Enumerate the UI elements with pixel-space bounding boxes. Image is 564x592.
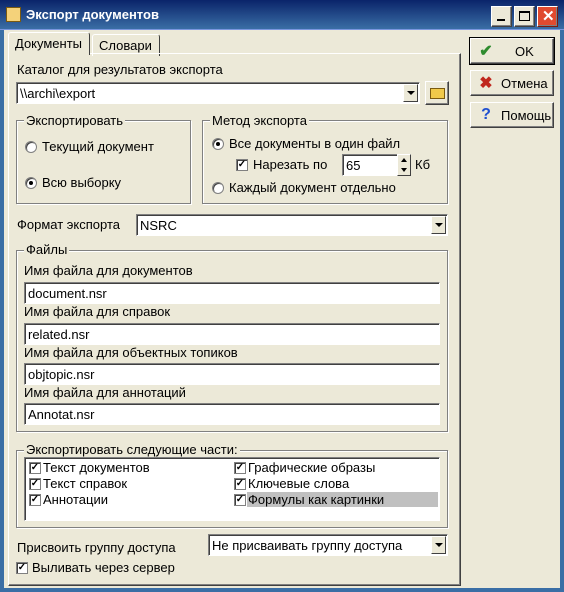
close-icon: ✕ [542,8,555,25]
ann-file-value: Annotat.nsr [28,407,95,422]
split-size-value: 65 [346,158,361,173]
part-item-ref-text[interactable]: ✓ Текст справок [29,476,219,492]
obj-file-value: objtopic.nsr [28,367,95,382]
split-size-input[interactable]: 65 [342,154,398,176]
format-select[interactable]: NSRC [136,214,448,236]
radio-separate-label: Каждый документ отдельно [229,180,396,195]
tab-documents[interactable]: Документы [8,32,90,55]
checkbox-checked[interactable]: ✓ [29,462,41,474]
radio-separate[interactable]: Каждый документ отдельно [212,180,442,196]
doc-file-value: document.nsr [28,286,107,301]
radio-whole-selection-label: Всю выборку [42,175,122,190]
cancel-x-icon: ✖ [479,75,493,92]
browse-folder-button[interactable] [425,81,449,105]
maximize-button[interactable] [514,6,535,27]
tab-dictionaries-label: Словари [99,38,152,53]
help-label: Помощь [501,107,552,123]
ok-button[interactable]: ✔ OK [469,37,555,65]
radio-button-selected[interactable] [212,138,224,150]
cancel-label: Отмена [501,75,548,91]
minimize-button[interactable] [491,6,512,27]
checkbox-checked[interactable]: ✓ [234,462,246,474]
export-scope-group [16,120,191,204]
chevron-down-icon[interactable] [403,84,418,102]
ann-file-label: Имя файла для аннотаций [24,385,186,400]
access-group-select[interactable]: Не присваивать группу доступа [208,534,448,556]
ok-label: OK [515,43,534,59]
window-frame-left [0,30,4,592]
split-size-spinner[interactable] [397,154,411,176]
checkbox-checked[interactable]: ✓ [236,159,248,171]
radio-all-in-one-label: Все документы в один файл [229,136,401,151]
part-item-label: Графические образы [248,460,376,475]
radio-button[interactable] [25,141,37,153]
tab-documents-label: Документы [15,36,83,51]
spin-up-icon[interactable] [401,158,407,162]
doc-file-input[interactable]: document.nsr [24,282,440,304]
catalog-combobox[interactable]: \\archi\export [16,82,420,104]
doc-file-label: Имя файла для документов [24,263,193,278]
radio-current-document-label: Текущий документ [42,139,154,154]
files-legend: Файлы [24,242,70,257]
format-label: Формат экспорта [17,217,121,232]
checkbox-checked[interactable]: ✓ [234,494,246,506]
check-icon: ✔ [479,43,493,60]
parts-legend: Экспортировать следующие части: [24,442,240,457]
radio-button-selected[interactable] [25,177,37,189]
format-value: NSRC [140,218,177,233]
split-label: Нарезать по [253,157,328,172]
ann-file-input[interactable]: Annotat.nsr [24,403,440,425]
folder-icon [430,88,445,99]
ref-file-value: related.nsr [28,327,90,342]
chevron-down-icon[interactable] [431,536,446,554]
part-item-formulas[interactable]: ✓ Формулы как картинки [234,492,438,508]
obj-file-label: Имя файла для объектных топиков [24,345,238,360]
radio-whole-selection[interactable]: Всю выборку [25,175,185,191]
part-item-images[interactable]: ✓ Графические образы [234,460,434,476]
spin-down-icon[interactable] [401,168,407,172]
checkbox-checked[interactable]: ✓ [16,562,28,574]
split-checkbox[interactable]: ✓ Нарезать по [236,157,340,173]
help-button[interactable]: ? Помощь [470,102,554,128]
app-icon [6,7,21,22]
window-title: Экспорт документов [26,7,159,22]
help-question-icon: ? [481,106,491,123]
ref-file-input[interactable]: related.nsr [24,323,440,345]
obj-file-input[interactable]: objtopic.nsr [24,363,440,385]
checkbox-checked[interactable]: ✓ [234,478,246,490]
part-item-label: Текст справок [43,476,128,491]
split-unit: Кб [415,157,431,172]
part-item-annotations[interactable]: ✓ Аннотации [29,492,219,508]
export-scope-legend: Экспортировать [24,113,125,128]
maximize-icon [519,11,530,21]
radio-button[interactable] [212,182,224,194]
via-server-label: Выливать через сервер [32,560,175,575]
part-item-doc-text[interactable]: ✓ Текст документов [29,460,219,476]
catalog-value: \\archi\export [20,86,96,101]
part-item-label: Аннотации [43,492,108,507]
export-method-legend: Метод экспорта [210,113,309,128]
radio-current-document[interactable]: Текущий документ [25,139,185,155]
window-frame-bottom [0,588,564,592]
minimize-icon [497,19,505,21]
window-frame-right [560,30,564,592]
part-item-keywords[interactable]: ✓ Ключевые слова [234,476,434,492]
cancel-button[interactable]: ✖ Отмена [470,70,554,96]
checkbox-checked[interactable]: ✓ [29,478,41,490]
part-item-label: Текст документов [43,460,150,475]
part-item-label-selected: Формулы как картинки [247,492,438,507]
checkbox-checked[interactable]: ✓ [29,494,41,506]
radio-all-in-one[interactable]: Все документы в один файл [212,136,442,152]
via-server-checkbox[interactable]: ✓ Выливать через сервер [16,560,216,576]
access-group-label: Присвоить группу доступа [17,540,176,555]
catalog-label: Каталог для результатов экспорта [17,62,223,77]
title-bar[interactable]: Экспорт документов ✕ [0,0,564,30]
part-item-label: Ключевые слова [248,476,350,491]
ref-file-label: Имя файла для справок [24,304,171,319]
access-group-value: Не присваивать группу доступа [212,538,403,553]
close-button[interactable]: ✕ [537,6,558,27]
chevron-down-icon[interactable] [431,216,446,234]
